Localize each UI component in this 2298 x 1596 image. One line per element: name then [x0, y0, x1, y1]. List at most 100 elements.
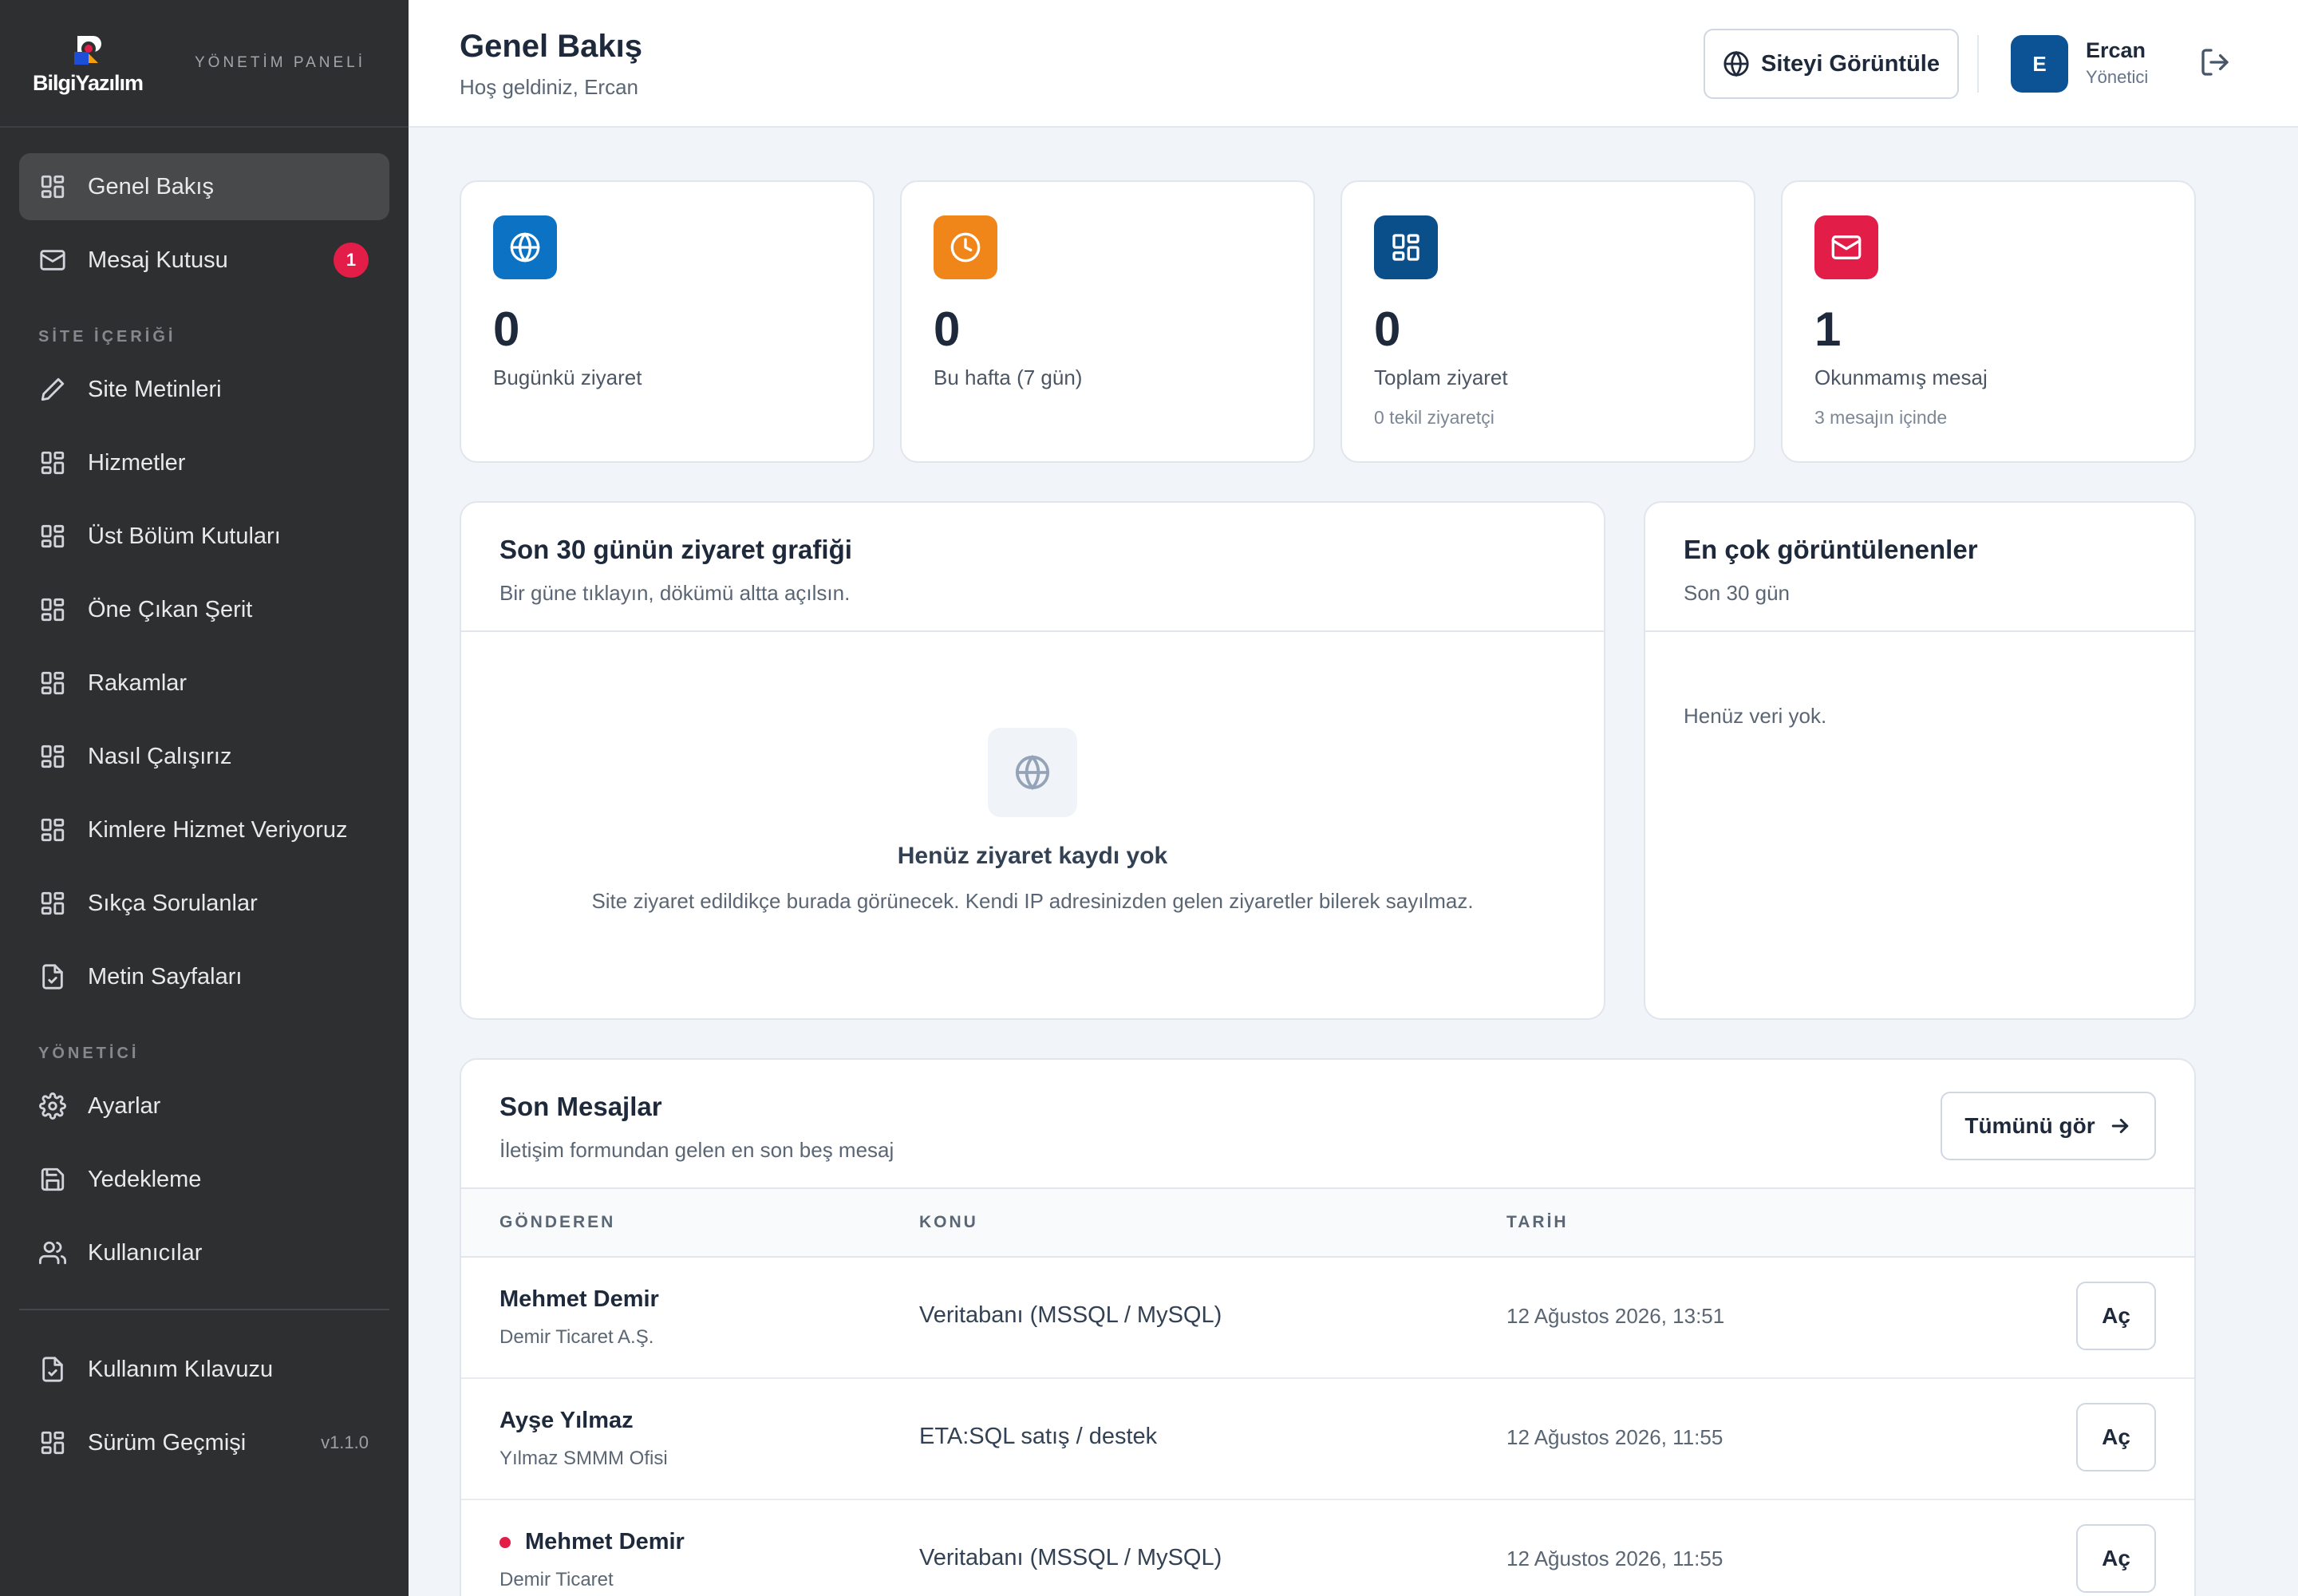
top-header: Genel Bakış Hoş geldiniz, Ercan Siteyi G…	[409, 0, 2298, 128]
sidebar-item-site-metinleri[interactable]: Site Metinleri	[19, 356, 389, 423]
card-header: En çok görüntülenenler Son 30 gün	[1645, 503, 2194, 632]
sidebar-item-label: Hizmetler	[88, 449, 186, 476]
sender-company: Yılmaz SMMM Ofisi	[499, 1448, 668, 1469]
stat-label: Toplam ziyaret	[1374, 365, 1508, 389]
grid-icon	[38, 1428, 67, 1457]
sidebar-item-ust-bolum-kutulari[interactable]: Üst Bölüm Kutuları	[19, 503, 389, 570]
globe-icon	[1724, 50, 1749, 77]
stat-label: Okunmamış mesaj	[1814, 365, 1988, 389]
sidebar-item-yedekleme[interactable]: Yedekleme	[19, 1146, 389, 1213]
sidebar-item-genel-bakis[interactable]: Genel Bakış	[19, 153, 389, 220]
open-message-button[interactable]: Aç	[2076, 1524, 2156, 1593]
view-site-button[interactable]: Siteyi Görüntüle	[1704, 29, 1959, 99]
grid-icon	[38, 595, 67, 624]
sidebar-item-rakamlar[interactable]: Rakamlar	[19, 650, 389, 717]
grid-icon	[38, 172, 67, 201]
sidebar-item-label: Site Metinleri	[88, 376, 222, 402]
card-title: Son 30 günün ziyaret grafiği	[499, 535, 852, 564]
section-yonetici: YÖNETİCİ	[38, 1045, 140, 1062]
brand-area: BilgiYazılım YÖNETİM PANELİ	[0, 0, 409, 128]
grid-icon	[38, 816, 67, 844]
grid-icon	[38, 448, 67, 477]
table-row[interactable]: Mehmet Demir Demir Ticaret A.Ş. Veritaba…	[461, 1258, 2194, 1379]
sidebar-item-label: Mesaj Kutusu	[88, 247, 228, 273]
sidebar-item-kimlere-hizmet[interactable]: Kimlere Hizmet Veriyoruz	[19, 796, 389, 863]
gear-icon	[38, 1092, 67, 1120]
sender-name: Mehmet Demir	[499, 1529, 685, 1555]
sidebar-item-label: Nasıl Çalışırız	[88, 743, 232, 769]
table-row[interactable]: Ayşe Yılmaz Yılmaz SMMM Ofisi ETA:SQL sa…	[461, 1379, 2194, 1500]
sidebar-item-mesaj-kutusu[interactable]: Mesaj Kutusu 1	[19, 227, 389, 294]
empty-text: Site ziyaret edildikçe burada görünecek.…	[591, 889, 1474, 913]
message-date: 12 Ağustos 2026, 11:55	[1506, 1425, 1724, 1449]
sidebar-item-ayarlar[interactable]: Ayarlar	[19, 1073, 389, 1140]
grid-icon	[38, 742, 67, 771]
grid-icon	[38, 889, 67, 918]
card-header: Son Mesajlar İletişim formundan gelen en…	[461, 1060, 2194, 1189]
sidebar-item-sikca-sorulanlar[interactable]: Sıkça Sorulanlar	[19, 870, 389, 937]
sidebar-item-label: Kullanım Kılavuzu	[88, 1356, 274, 1382]
sidebar-nav: Genel Bakış Mesaj Kutusu 1 SİTE İÇERİĞİ …	[0, 128, 409, 1476]
no-data-text: Henüz veri yok.	[1684, 704, 1827, 728]
version-label: v1.1.0	[321, 1432, 369, 1452]
card-subtitle: Bir güne tıklayın, dökümü altta açılsın.	[499, 581, 851, 605]
sidebar-item-one-cikan-serit[interactable]: Öne Çıkan Şerit	[19, 576, 389, 643]
stat-card-today: 0 Bugünkü ziyaret	[460, 180, 875, 463]
sidebar-item-label: Genel Bakış	[88, 173, 214, 200]
welcome-text: Hoş geldiniz, Ercan	[460, 75, 638, 99]
sidebar-item-label: Üst Bölüm Kutuları	[88, 523, 281, 549]
logout-icon[interactable]	[2199, 46, 2234, 81]
sidebar-item-kullanicilar[interactable]: Kullanıcılar	[19, 1219, 389, 1286]
sidebar-item-label: Kimlere Hizmet Veriyoruz	[88, 816, 348, 843]
sidebar-item-label: Metin Sayfaları	[88, 963, 243, 990]
stat-value: 0	[934, 302, 961, 356]
sidebar-item-label: Sürüm Geçmişi	[88, 1429, 247, 1456]
stat-card-total: 0 Toplam ziyaret 0 tekil ziyaretçi	[1340, 180, 1755, 463]
view-site-label: Siteyi Görüntüle	[1761, 50, 1940, 77]
message-date: 12 Ağustos 2026, 13:51	[1506, 1304, 1725, 1328]
card-title: En çok görüntülenenler	[1684, 535, 1978, 564]
stat-label: Bugünkü ziyaret	[493, 365, 642, 389]
recent-messages-card: Son Mesajlar İletişim formundan gelen en…	[460, 1058, 2196, 1596]
users-icon	[38, 1238, 67, 1267]
column-header-date: TARİH	[1506, 1213, 1569, 1231]
sidebar-item-surum-gecmisi[interactable]: Sürüm Geçmişi v1.1.0	[19, 1409, 389, 1476]
sidebar-item-nasil-calisiriz[interactable]: Nasıl Çalışırız	[19, 723, 389, 790]
see-all-button[interactable]: Tümünü gör	[1941, 1092, 2156, 1160]
page-title: Genel Bakış	[460, 29, 643, 64]
stat-value: 1	[1814, 302, 1842, 356]
sidebar-item-kullanim-kilavuzu[interactable]: Kullanım Kılavuzu	[19, 1336, 389, 1403]
empty-state: Henüz ziyaret kaydı yok Site ziyaret edi…	[461, 728, 1604, 914]
user-name: Ercan	[2086, 38, 2146, 62]
sidebar-item-label: Öne Çıkan Şerit	[88, 596, 253, 622]
logo[interactable]: BilgiYazılım	[32, 31, 144, 96]
card-subtitle: İletişim formundan gelen en son beş mesa…	[499, 1138, 894, 1162]
visits-chart-card: Son 30 günün ziyaret grafiği Bir güne tı…	[460, 501, 1605, 1020]
open-message-button[interactable]: Aç	[2076, 1282, 2156, 1350]
table-header: GÖNDEREN KONU TARİH	[461, 1189, 2194, 1258]
message-subject: Veritabanı (MSSQL / MySQL)	[919, 1545, 1222, 1570]
sidebar-divider	[19, 1309, 389, 1310]
table-row[interactable]: Mehmet Demir Demir Ticaret Veritabanı (M…	[461, 1500, 2194, 1596]
card-header: Son 30 günün ziyaret grafiği Bir güne tı…	[461, 503, 1604, 632]
pencil-icon	[38, 375, 67, 404]
file-check-icon	[38, 1355, 67, 1384]
grid-icon	[38, 522, 67, 551]
sender-name-text: Mehmet Demir	[499, 1286, 659, 1312]
stat-hint: 3 mesajın içinde	[1814, 407, 1948, 428]
grid-icon	[1374, 215, 1438, 279]
mail-icon	[1814, 215, 1878, 279]
stat-hint: 0 tekil ziyaretçi	[1374, 407, 1494, 428]
logo-mark-icon	[69, 31, 106, 68]
save-icon	[38, 1165, 67, 1194]
see-all-label: Tümünü gör	[1964, 1113, 2095, 1138]
sidebar-item-metin-sayfalari[interactable]: Metin Sayfaları	[19, 943, 389, 1010]
sidebar-item-hizmetler[interactable]: Hizmetler	[19, 429, 389, 496]
avatar[interactable]: E	[2011, 35, 2068, 93]
message-subject: ETA:SQL satış / destek	[919, 1424, 1158, 1449]
unread-badge: 1	[334, 243, 369, 278]
open-message-button[interactable]: Aç	[2076, 1403, 2156, 1472]
globe-icon	[988, 728, 1077, 817]
stat-card-week: 0 Bu hafta (7 gün)	[900, 180, 1315, 463]
grid-icon	[38, 669, 67, 697]
